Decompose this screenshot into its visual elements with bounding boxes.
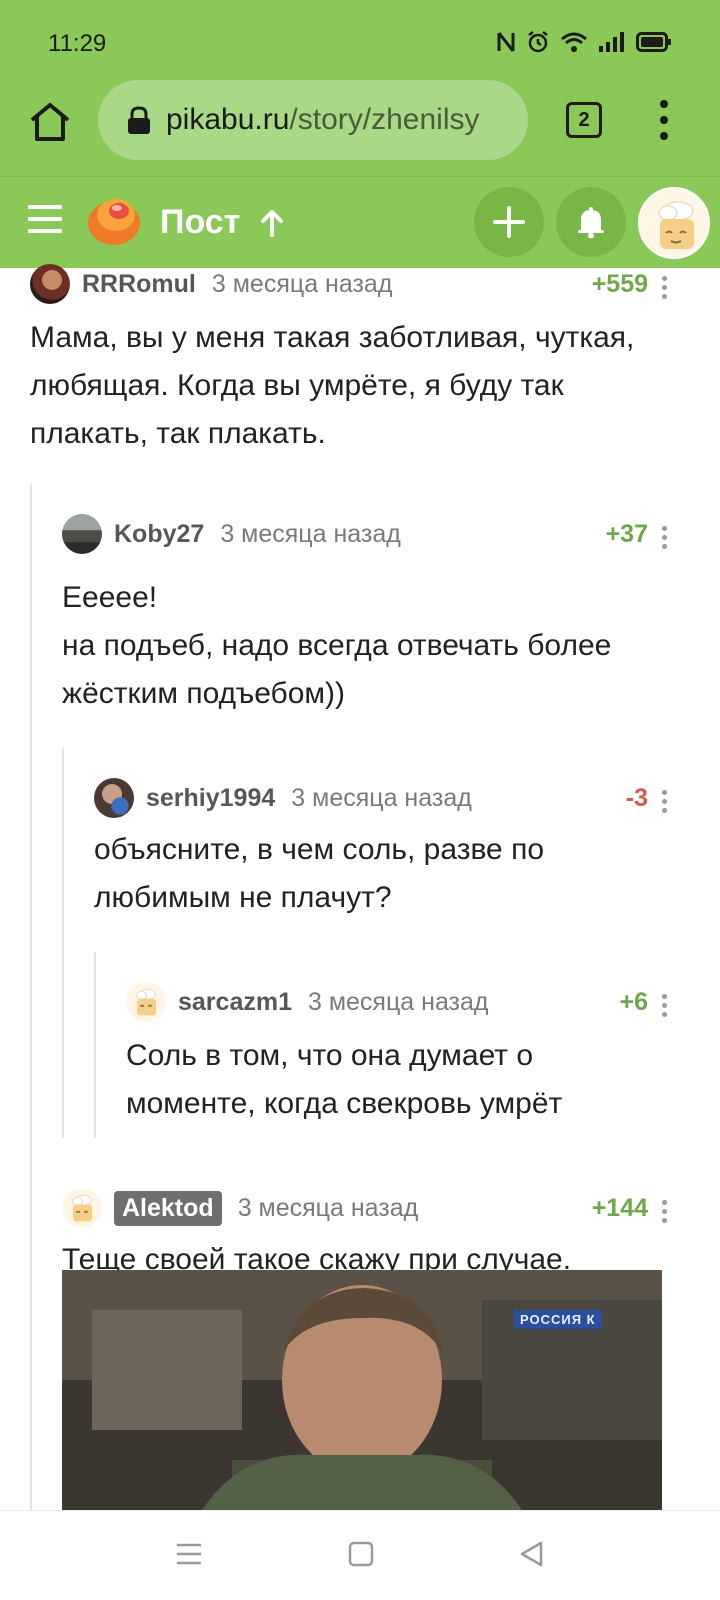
nfc-icon: [497, 32, 515, 52]
system-nav-bar: [0, 1510, 720, 1600]
comment-text: Еееее! на подъеб, надо всегда отвечать б…: [62, 574, 682, 718]
avatar[interactable]: [126, 982, 166, 1022]
comment-text-line: Еееее!: [62, 581, 158, 614]
tab-count: 2: [578, 108, 590, 131]
comment-text: Соль в том, что она думает о моменте, ко…: [126, 1039, 563, 1120]
add-post-button[interactable]: [474, 187, 544, 257]
comment-header: RRRomul 3 месяца назад: [30, 264, 392, 304]
comment-rating: +6: [619, 988, 648, 1016]
avatar[interactable]: [62, 1188, 102, 1228]
comment-text-line: на подъеб, надо всегда отвечать более жё…: [62, 629, 612, 710]
comment-rating: -3: [625, 784, 648, 812]
pikabu-logo[interactable]: [86, 191, 142, 247]
thread-line: [94, 952, 96, 1138]
home-nav-icon[interactable]: [346, 1539, 376, 1569]
comment-header: serhiy1994 3 месяца назад: [94, 778, 472, 818]
bell-icon: [578, 207, 604, 239]
signal-icon: [599, 32, 624, 52]
channel-logo: РОССИЯ К: [514, 1310, 602, 1329]
comment-menu-icon[interactable]: [662, 276, 670, 303]
browser-menu-icon[interactable]: [654, 98, 674, 142]
comment-header: Alektod 3 месяца назад: [62, 1188, 418, 1228]
comment-time: 3 месяца назад: [307, 987, 489, 1016]
home-icon[interactable]: [26, 98, 74, 146]
battery-icon: [636, 32, 671, 52]
video-frame-image: [62, 1270, 662, 1510]
recent-apps-icon[interactable]: [174, 1539, 204, 1569]
site-header: Пост: [0, 176, 720, 268]
comment-time: 3 месяца назад: [211, 269, 393, 298]
avatar[interactable]: [94, 778, 134, 818]
url-path: /story/zhenilsy: [289, 103, 480, 136]
alarm-icon: [528, 31, 548, 53]
comment-username[interactable]: sarcazm1: [178, 988, 292, 1017]
back-nav-icon[interactable]: [516, 1539, 546, 1569]
thread-line: [62, 748, 64, 1138]
comment-menu-icon[interactable]: [662, 790, 670, 817]
chef-avatar-icon: [62, 1188, 102, 1228]
comment-time: 3 месяца назад: [291, 783, 472, 812]
video-thumbnail[interactable]: РОССИЯ К: [62, 1270, 662, 1510]
arrow-up-icon[interactable]: [260, 209, 284, 237]
comment-menu-icon[interactable]: [662, 1200, 670, 1227]
avatar[interactable]: [62, 514, 102, 554]
comment-menu-icon[interactable]: [662, 526, 670, 553]
plus-icon: [493, 206, 525, 238]
page-title-text: Пост: [160, 203, 241, 241]
comment-time: 3 месяца назад: [237, 1193, 419, 1222]
comment-username[interactable]: serhiy1994: [146, 784, 275, 813]
wifi-icon: [561, 32, 587, 52]
thread-line: [30, 484, 32, 1514]
comment-rating: +37: [605, 520, 648, 548]
comment-text: Мама, вы у меня такая заботливая, чуткая…: [30, 321, 635, 450]
address-bar[interactable]: pikabu.ru/story/zhenilsy: [98, 80, 528, 160]
comment-time: 3 месяца назад: [220, 519, 401, 548]
notifications-button[interactable]: [556, 187, 626, 257]
hamburger-menu-icon[interactable]: [28, 205, 64, 235]
screen: 11:29 pikabu.ru/story/zhenilsy 2 Пост RR…: [0, 0, 720, 1600]
comment-rating: +144: [591, 1194, 648, 1222]
comment-rating: +559: [591, 270, 648, 298]
comment-text: объясните, в чем соль, разве по любимым …: [94, 833, 544, 914]
comment-username[interactable]: RRRomul: [82, 270, 196, 299]
status-time: 11:29: [48, 30, 107, 57]
comment-header: sarcazm1 3 месяца назад: [126, 982, 489, 1022]
lock-icon: [128, 106, 150, 134]
status-icons: [496, 30, 672, 54]
user-avatar[interactable]: [638, 187, 710, 259]
page-title: Пост: [160, 203, 284, 242]
avatar[interactable]: [30, 264, 70, 304]
comment-menu-icon[interactable]: [662, 994, 670, 1021]
chef-avatar-icon: [640, 189, 708, 257]
comment-username-badge[interactable]: Alektod: [114, 1190, 222, 1226]
status-bar: 11:29: [0, 0, 720, 80]
tab-switcher-button[interactable]: 2: [566, 102, 602, 138]
comment-username[interactable]: Koby27: [114, 520, 204, 549]
url-text: pikabu.ru/story/zhenilsy: [166, 103, 480, 137]
chef-avatar-icon: [126, 982, 166, 1022]
comment-header: Koby27 3 месяца назад: [62, 514, 401, 554]
browser-toolbar: pikabu.ru/story/zhenilsy 2: [0, 80, 720, 176]
url-host: pikabu.ru: [166, 103, 290, 136]
